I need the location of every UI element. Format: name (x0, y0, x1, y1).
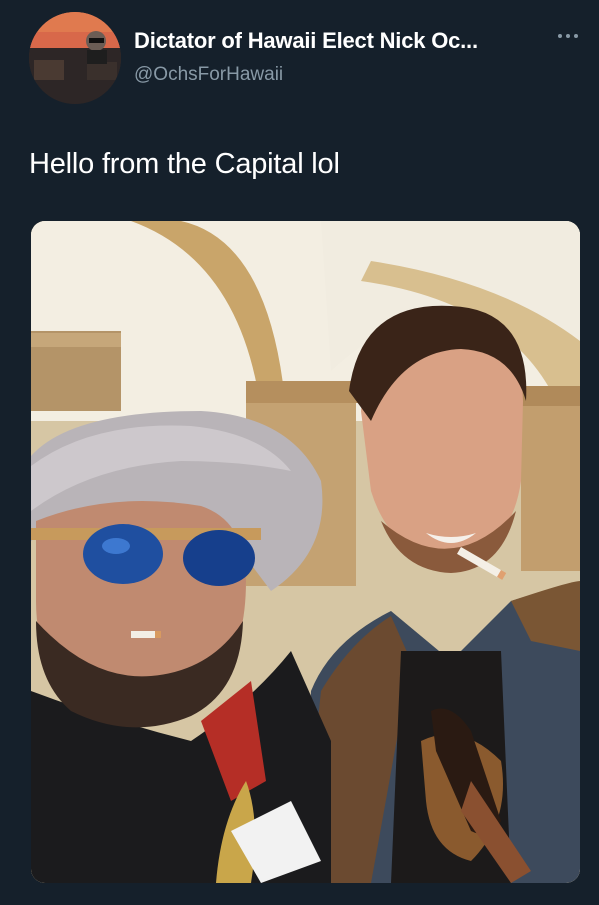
author-avatar[interactable] (29, 12, 121, 104)
tweet-card: Dictator of Hawaii Elect Nick Oc... @Och… (0, 0, 599, 905)
author-handle[interactable]: @OchsForHawaii (134, 64, 283, 86)
avatar-icon (29, 12, 121, 104)
more-options-icon[interactable] (553, 26, 583, 46)
photo-image (31, 221, 580, 883)
tweet-text: Hello from the Capital lol (29, 148, 340, 180)
tweet-photo[interactable] (31, 221, 580, 883)
more-horizontal-icon (558, 34, 578, 38)
author-display-name[interactable]: Dictator of Hawaii Elect Nick Oc... (134, 28, 549, 54)
